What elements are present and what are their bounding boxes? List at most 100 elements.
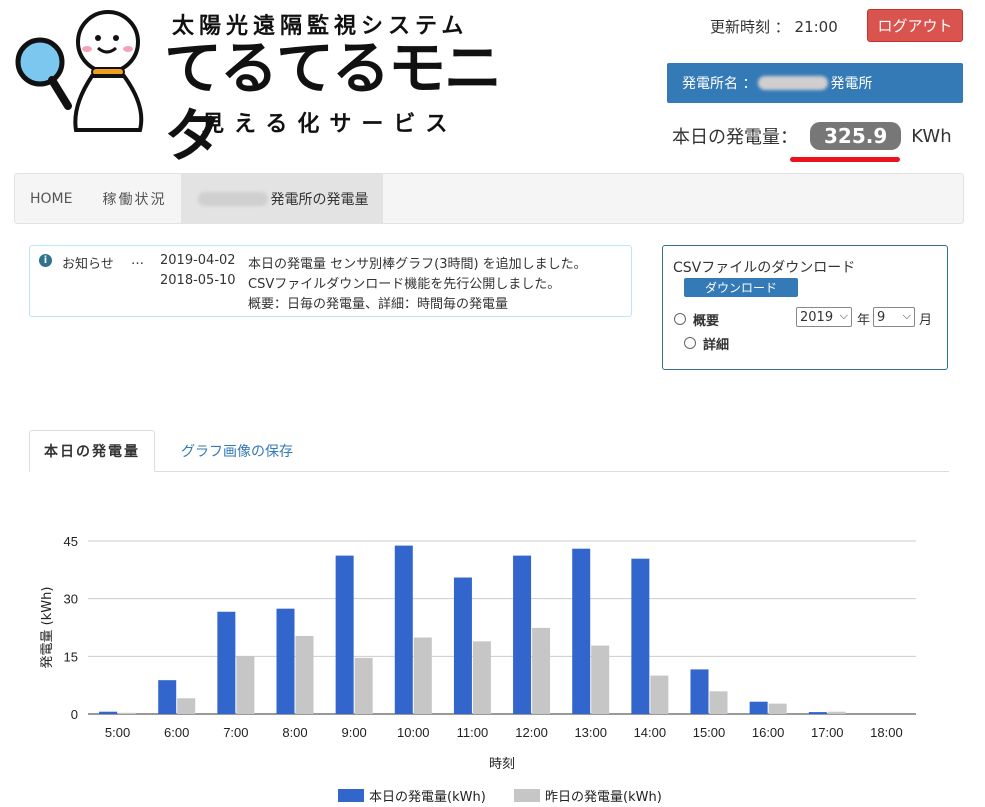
legend-swatch-yesterday <box>514 789 540 802</box>
x-tick-label: 17:00 <box>811 725 844 740</box>
bar-today <box>808 712 827 714</box>
plant-name-suffix: 発電所 <box>830 76 873 92</box>
x-tick-label: 13:00 <box>574 725 607 740</box>
bar-today <box>276 608 295 714</box>
redacted-plant-name <box>758 76 829 90</box>
highlight-underline <box>790 157 900 162</box>
notice-panel: i お知らせ … 2019-04-02 本日の発電量 センサ別棒グラフ(3時間)… <box>29 245 632 317</box>
nav-status[interactable]: 稼働状況 <box>87 174 181 223</box>
detail-radio[interactable] <box>684 337 696 349</box>
summary-label: 概要 <box>693 314 720 329</box>
notice-date <box>160 293 248 312</box>
teruteru-mascot-icon <box>15 10 144 132</box>
legend-swatch-today <box>338 789 364 802</box>
year-unit: 年 <box>857 313 871 328</box>
bar-yesterday <box>118 712 137 714</box>
today-generation-label: 本日の発電量： <box>672 127 798 148</box>
bar-yesterday <box>177 698 196 714</box>
x-tick-label: 11:00 <box>457 725 489 740</box>
bar-today <box>158 680 177 714</box>
x-tick-label: 12:00 <box>515 725 548 740</box>
nav-current-plant[interactable]: 発電所の発電量 <box>181 174 384 223</box>
notice-item: 概要：日毎の発電量、詳細：時間毎の発電量 <box>160 293 508 312</box>
nav-home[interactable]: HOME <box>15 174 87 223</box>
logo-subtitle-bottom: 見える化サービス <box>202 112 458 137</box>
nav-current-label: 発電所の発電量 <box>270 191 369 208</box>
bar-yesterday <box>650 675 669 714</box>
notice-more[interactable]: … <box>131 253 144 268</box>
bar-yesterday <box>236 655 255 714</box>
x-tick-label: 16:00 <box>752 725 785 740</box>
legend-label-yesterday: 昨日の発電量(kWh) <box>545 790 662 805</box>
bar-today <box>690 669 709 714</box>
bar-today <box>335 555 354 714</box>
year-value: 2019 <box>800 309 834 325</box>
notice-label: お知らせ <box>62 257 114 272</box>
x-tick-label: 8:00 <box>282 725 307 740</box>
bar-today <box>453 577 472 714</box>
bar-yesterday <box>295 635 314 714</box>
notice-text: CSVファイルダウンロード機能を先行公開しました。 <box>248 277 561 292</box>
bar-yesterday <box>827 711 846 714</box>
site-logo[interactable]: 太陽光遠隔監視システム てるてるモニタ 見える化サービス <box>12 6 532 170</box>
bar-today <box>749 701 768 714</box>
x-tick-label: 5:00 <box>105 725 130 740</box>
today-generation-unit: KWh <box>911 125 952 147</box>
month-unit: 月 <box>919 313 933 328</box>
download-button[interactable]: ダウンロード <box>684 278 798 297</box>
detail-label: 詳細 <box>703 338 730 353</box>
redacted-plant-name <box>198 191 269 206</box>
today-generation-value: 325.9 <box>810 122 902 150</box>
x-tick-label: 14:00 <box>634 725 667 740</box>
notice-text: 概要：日毎の発電量、詳細：時間毎の発電量 <box>248 297 509 312</box>
notice-item: 2019-04-02 本日の発電量 センサ別棒グラフ(3時間) を追加しました。 <box>160 253 587 272</box>
bar-yesterday <box>591 645 610 714</box>
bar-today <box>572 548 591 714</box>
y-tick-label: 45 <box>64 534 78 549</box>
plant-name-label: 発電所名 ： <box>682 76 757 92</box>
x-tick-label: 18:00 <box>870 725 903 740</box>
summary-radio[interactable] <box>674 313 686 325</box>
year-select[interactable]: 2019 ⌵ <box>796 307 852 327</box>
plant-name-bar: 発電所名 ： 発電所 <box>667 63 963 103</box>
bar-today <box>217 611 236 714</box>
y-tick-label: 30 <box>64 592 78 607</box>
csv-title: CSVファイルのダウンロード <box>673 260 856 276</box>
x-tick-label: 6:00 <box>164 725 189 740</box>
x-tick-label: 10:00 <box>397 725 430 740</box>
y-tick-label: 15 <box>64 649 78 664</box>
bar-yesterday <box>709 691 728 714</box>
bar-today <box>513 555 532 714</box>
tab-save-image[interactable]: グラフ画像の保存 <box>167 430 307 472</box>
bar-today <box>394 545 413 714</box>
today-generation: 本日の発電量： 325.9 KWh <box>672 122 952 150</box>
chart-tabs: 本日の発電量 グラフ画像の保存 <box>29 430 949 472</box>
x-tick-label: 7:00 <box>223 725 248 740</box>
bar-yesterday <box>768 703 787 714</box>
notice-item: 2018-05-10 CSVファイルダウンロード機能を先行公開しました。 <box>160 273 560 292</box>
notice-date: 2019-04-02 <box>160 253 236 268</box>
chevron-down-icon: ⌵ <box>902 309 911 322</box>
bar-today <box>631 558 650 714</box>
logout-button[interactable]: ログアウト <box>867 9 963 42</box>
update-time: 更新時刻 ： 21:00 <box>710 18 838 36</box>
legend-label-today: 本日の発電量(kWh) <box>369 790 486 805</box>
y-axis-label: 発電量 (kWh) <box>40 587 55 669</box>
logo-title: てるてるモニタ <box>164 34 502 170</box>
chevron-down-icon: ⌵ <box>839 309 848 322</box>
bar-yesterday <box>472 641 491 714</box>
month-value: 9 <box>877 309 886 325</box>
notice-text: 本日の発電量 センサ別棒グラフ(3時間) を追加しました。 <box>248 257 587 272</box>
csv-download-panel: CSVファイルのダウンロード ダウンロード 概要 詳細 2019 ⌵ 年 9 ⌵… <box>662 245 948 370</box>
x-axis-label: 時刻 <box>489 757 515 772</box>
y-tick-label: 0 <box>71 707 78 722</box>
info-icon: i <box>39 254 52 267</box>
tab-today-generation[interactable]: 本日の発電量 <box>29 430 155 472</box>
generation-chart: 0 15 30 45 5:00 6:00 7:00 8:00 9:00 10:00 11:00 12:… <box>40 534 916 805</box>
bar-today <box>99 711 118 714</box>
x-tick-label: 9:00 <box>341 725 366 740</box>
bar-yesterday <box>413 637 432 714</box>
month-select[interactable]: 9 ⌵ <box>873 307 915 327</box>
breadcrumb: HOME 稼働状況 発電所の発電量 <box>14 173 964 224</box>
x-tick-label: 15:00 <box>693 725 726 740</box>
